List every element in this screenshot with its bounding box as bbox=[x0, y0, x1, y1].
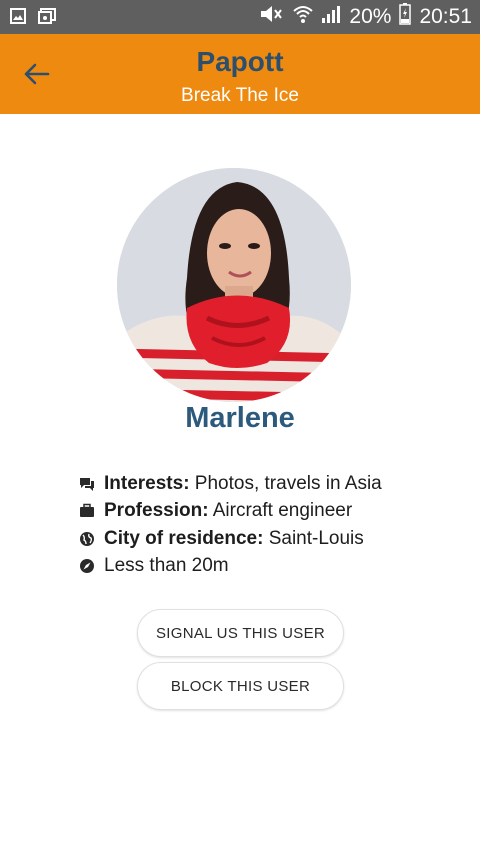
status-left-icons bbox=[10, 8, 56, 29]
profession-label: Profession: bbox=[104, 500, 209, 522]
wifi-icon bbox=[293, 4, 314, 30]
profile-details: Interests: Photos, travels in Asia Profe… bbox=[78, 470, 458, 580]
signal-user-button[interactable]: SIGNAL US THIS USER bbox=[137, 609, 344, 657]
mute-icon bbox=[259, 4, 285, 30]
detail-row-distance: Less than 20m bbox=[78, 553, 458, 581]
profession-value: Aircraft engineer bbox=[208, 500, 353, 522]
chat-icon bbox=[78, 475, 95, 492]
city-value: Saint-Louis bbox=[263, 527, 364, 549]
battery-icon bbox=[399, 3, 412, 31]
interests-value: Photos, travels in Asia bbox=[189, 472, 382, 494]
gallery-icon bbox=[38, 8, 56, 29]
image-icon bbox=[10, 8, 26, 29]
app-bar: Papott Break The Ice bbox=[0, 34, 480, 114]
battery-percent: 20% bbox=[349, 5, 392, 28]
briefcase-icon bbox=[78, 503, 95, 520]
detail-row-profession: Profession: Aircraft engineer bbox=[78, 498, 458, 526]
status-right: 20% 20:51 bbox=[259, 0, 472, 34]
block-user-button[interactable]: BLOCK THIS USER bbox=[137, 662, 344, 710]
signal-icon bbox=[321, 4, 341, 30]
distance-value: Less than 20m bbox=[104, 555, 229, 577]
city-label: City of residence: bbox=[104, 527, 264, 549]
app-title: Papott bbox=[196, 46, 284, 77]
detail-row-city: City of residence: Saint-Louis bbox=[78, 525, 458, 553]
app-subtitle: Break The Ice bbox=[181, 85, 299, 106]
detail-row-interests: Interests: Photos, travels in Asia bbox=[78, 470, 458, 498]
clock: 20:51 bbox=[419, 5, 472, 28]
globe-icon bbox=[78, 530, 95, 547]
compass-icon bbox=[78, 558, 95, 575]
profile-name: Marlene bbox=[185, 402, 295, 434]
status-bar: 20% 20:51 bbox=[0, 0, 480, 34]
profile-photo bbox=[117, 168, 351, 402]
interests-label: Interests: bbox=[104, 472, 190, 494]
